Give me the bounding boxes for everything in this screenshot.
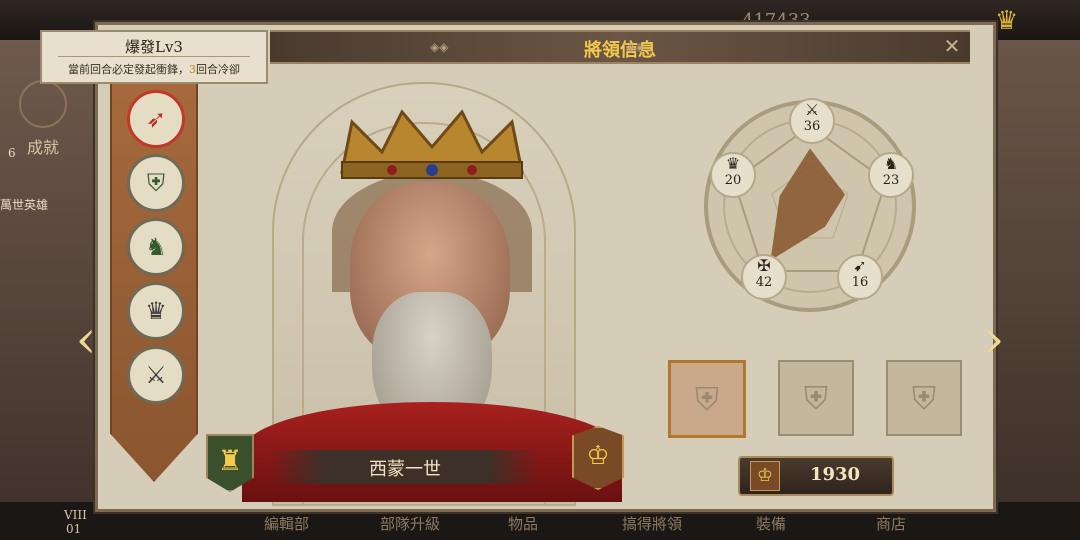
- crown-badge-icon: ♔: [750, 461, 780, 491]
- power-display: ♔ 1930: [738, 456, 894, 496]
- divider: [58, 56, 250, 57]
- hero-crown: [340, 109, 524, 179]
- bottom-menu-item[interactable]: 搞得將領: [622, 513, 682, 534]
- sword-scroll-icon: ⚔: [145, 361, 167, 389]
- crown-icon[interactable]: ♛: [995, 6, 1018, 36]
- horse-icon: ♞: [145, 233, 167, 261]
- stats-radar: ⚔ 36 ♞ 23 ➹ 16 ✠ 42 ♛ 20: [700, 96, 920, 316]
- crossed-swords-icon: ⚔: [804, 100, 820, 119]
- close-icon[interactable]: ✕: [934, 32, 970, 60]
- skill-crown[interactable]: ♛: [127, 282, 185, 340]
- achievement-count: 6: [8, 146, 16, 160]
- skill-name: 爆發Lv3: [125, 38, 183, 56]
- crown-badge-icon[interactable]: ♔: [572, 426, 624, 490]
- crown-icon: ♛: [725, 154, 741, 173]
- bottom-menu-item[interactable]: 物品: [508, 513, 538, 534]
- spear-icon: ➶: [145, 105, 167, 133]
- achievement-button[interactable]: 成就: [18, 80, 68, 160]
- level-roman: VIII: [64, 508, 87, 522]
- bottom-menu-item[interactable]: 裝備: [756, 513, 786, 534]
- bottom-menu-item[interactable]: 商店: [876, 513, 906, 534]
- panel-title: 將領信息: [584, 40, 656, 61]
- power-value: 1930: [809, 464, 861, 485]
- next-arrow-icon[interactable]: ›: [976, 310, 1012, 370]
- eagle-icon: ✠: [757, 256, 771, 275]
- trophy-icon: [19, 80, 67, 128]
- skill-horse[interactable]: ♞: [127, 218, 185, 276]
- skill-rail: ➶ ⛨ ♞ ♛ ⚔: [110, 78, 198, 482]
- stat-attack: ⚔ 36: [789, 98, 835, 144]
- hero-label: 萬世英雄: [0, 198, 49, 212]
- horse-head-icon: ♞: [883, 154, 899, 173]
- panel-title-bar: ◈◈ 將領信息 ◈◈: [270, 30, 970, 64]
- crown-icon: ♛: [145, 297, 167, 325]
- bow-icon: ➹: [853, 256, 867, 275]
- stat-leadership: ♛ 20: [710, 152, 756, 198]
- bottom-menu-item[interactable]: 編輯部: [264, 513, 309, 534]
- equipment-slot[interactable]: ⛨: [886, 360, 962, 436]
- shield-swords-icon: ⛨: [911, 378, 936, 417]
- equipment-slot[interactable]: ⛨: [778, 360, 854, 436]
- hero-name-banner: 西蒙一世: [270, 450, 540, 484]
- stat-archery: ➹ 16: [837, 254, 883, 300]
- shield-swords-icon: ⛨: [694, 379, 719, 418]
- skill-spear[interactable]: ➶: [127, 90, 185, 148]
- achievement-label: 成就: [26, 138, 59, 157]
- bottom-menu-item[interactable]: 部隊升級: [380, 513, 440, 534]
- previous-arrow-icon[interactable]: ‹: [68, 310, 104, 370]
- title-ornament-right-icon: ◈◈: [626, 40, 645, 54]
- stat-defense: ✠ 42: [741, 254, 787, 300]
- shield-icon: ⛨: [147, 169, 165, 197]
- stat-cavalry: ♞ 23: [868, 152, 914, 198]
- level-sub: 01: [66, 522, 82, 536]
- skill-sword-scroll[interactable]: ⚔: [127, 346, 185, 404]
- hero-name: 西蒙一世: [369, 459, 441, 480]
- equipment-slot[interactable]: ⛨: [668, 360, 746, 438]
- right-background-panel: [985, 40, 1080, 540]
- shield-swords-icon: ⛨: [803, 378, 828, 417]
- skill-shield[interactable]: ⛨: [127, 154, 185, 212]
